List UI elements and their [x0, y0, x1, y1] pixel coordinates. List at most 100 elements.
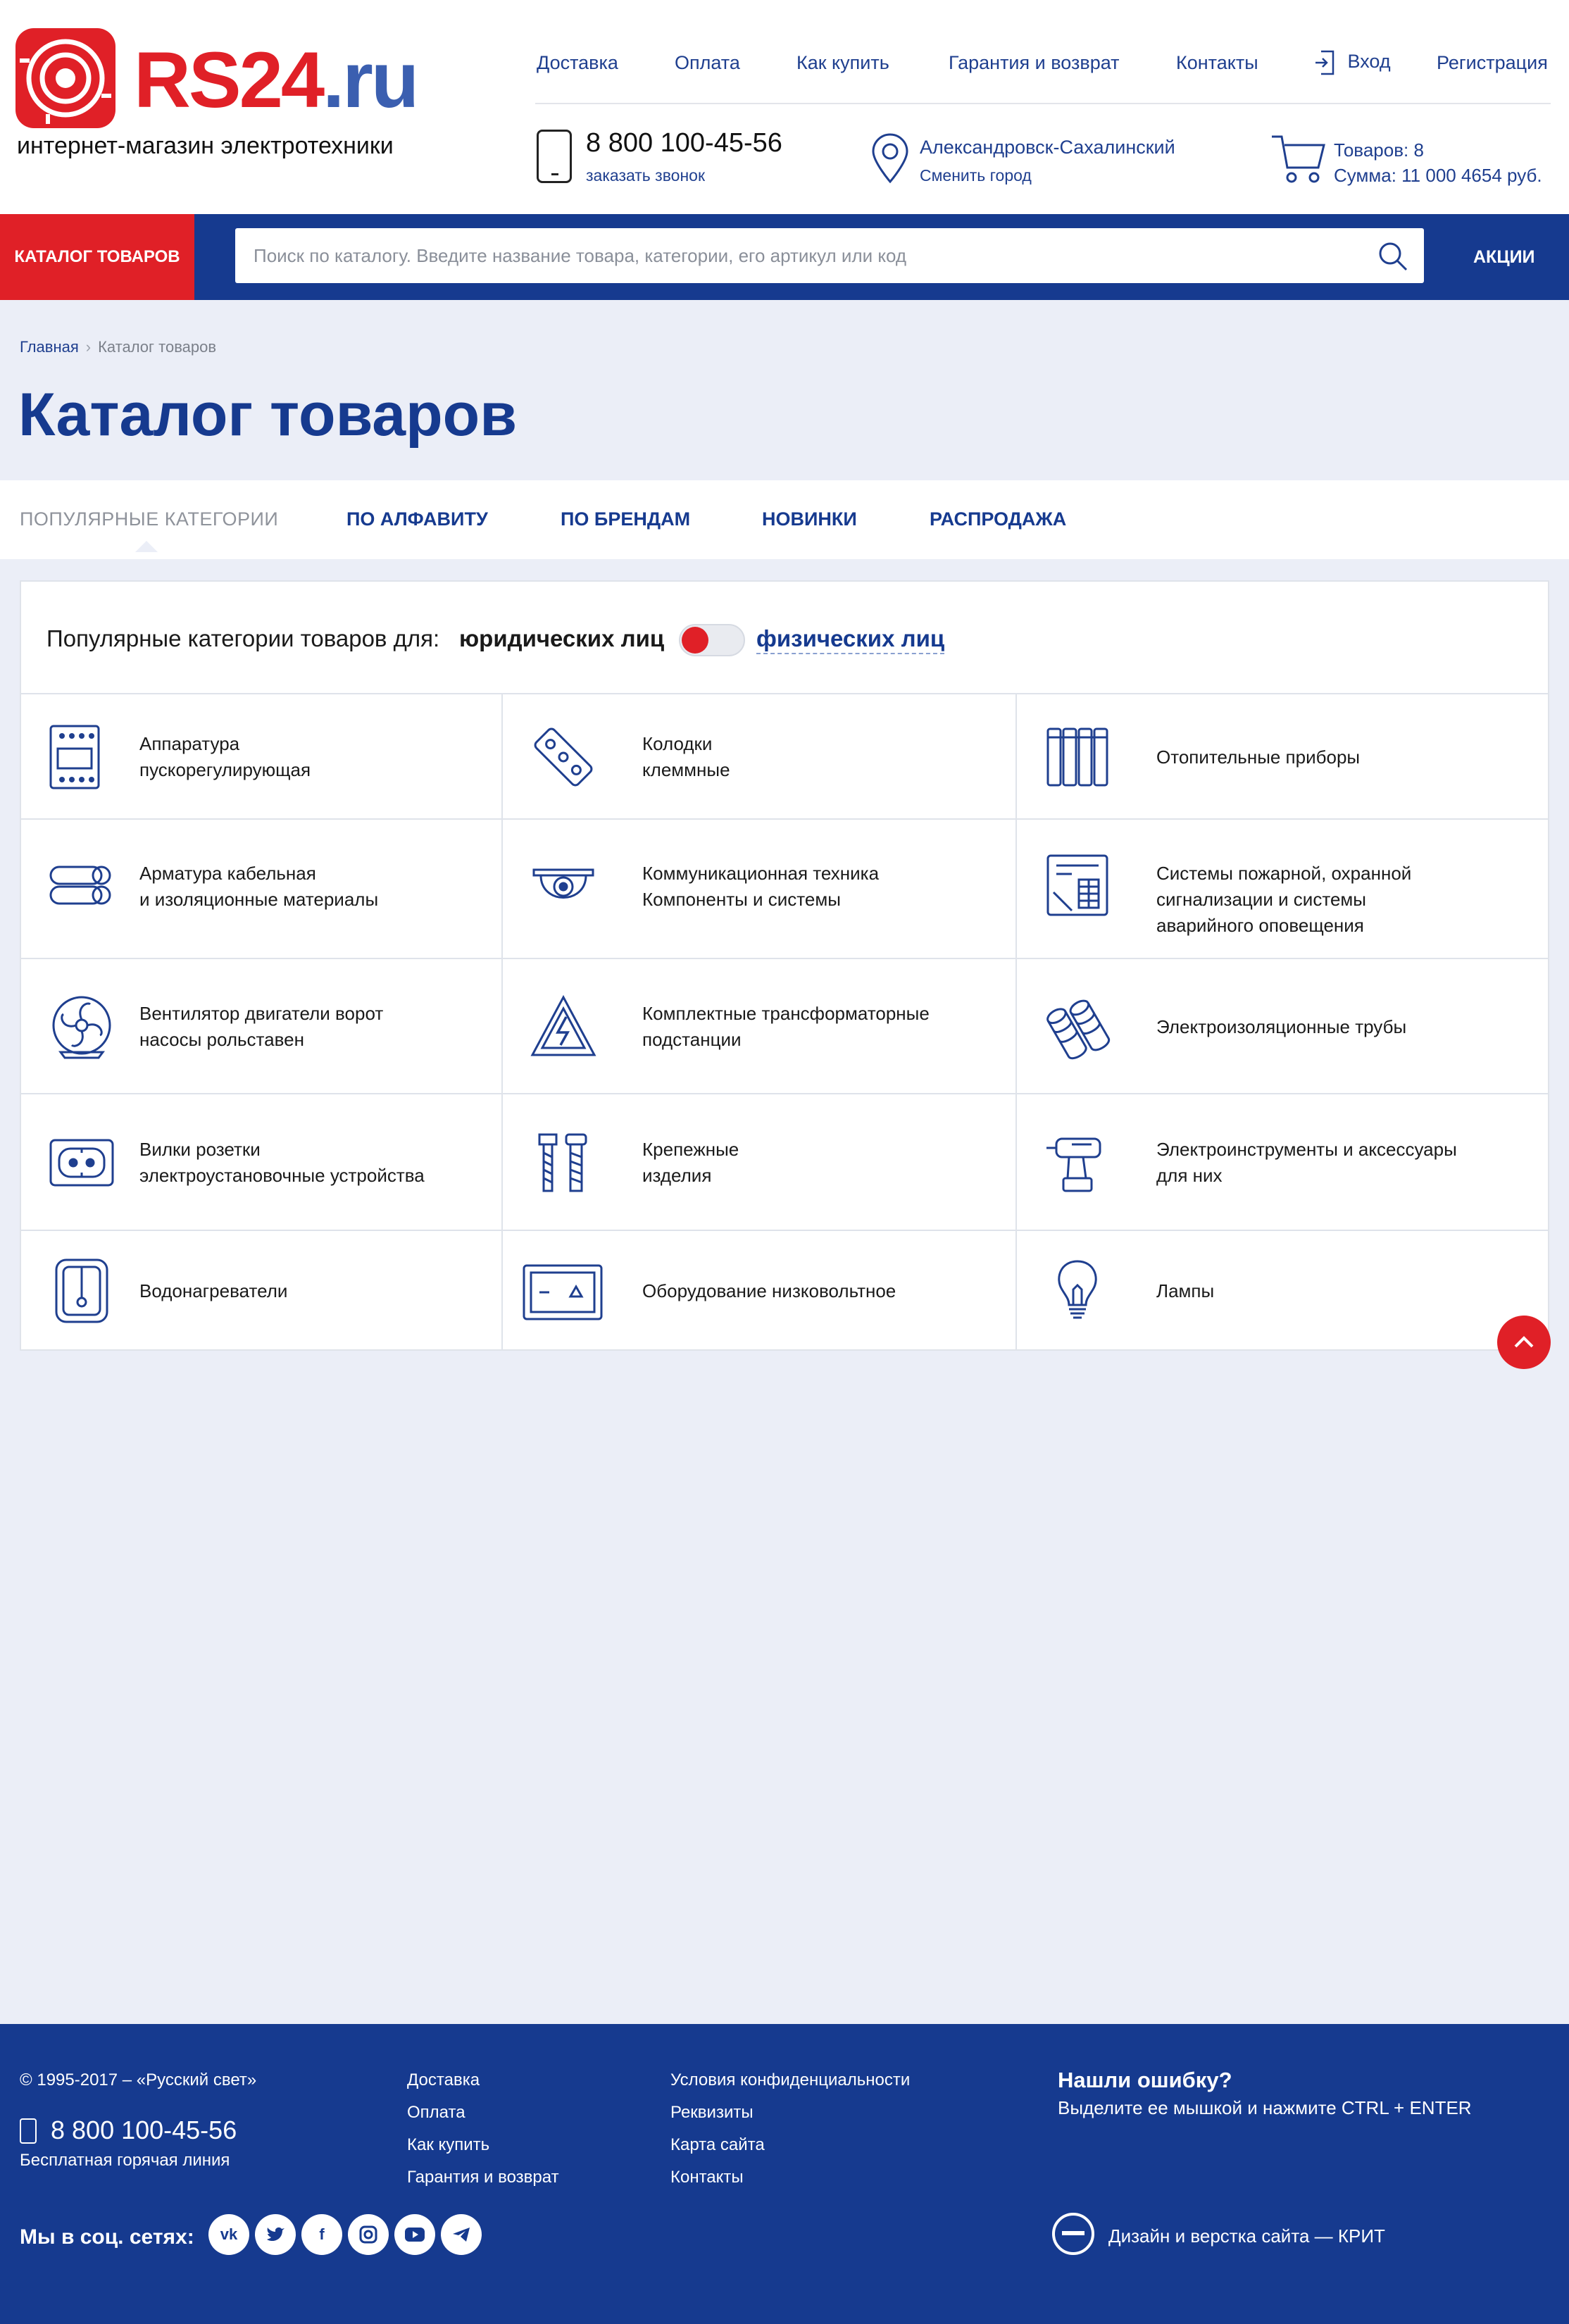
footer-link-contacts[interactable]: Контакты	[670, 2168, 744, 2187]
category-label-line: для них	[1156, 1165, 1223, 1186]
pipes-icon	[1046, 999, 1111, 1060]
category-label: Вилки розетки электроустановочные устройс…	[139, 1137, 425, 1189]
category-label-line: насосы рольставен	[139, 1029, 304, 1050]
category-label-line: изделия	[642, 1165, 712, 1186]
legal-entities-option[interactable]: юридических лиц	[459, 625, 664, 652]
location-pin-icon	[872, 133, 908, 184]
promo-link[interactable]: АКЦИИ	[1473, 214, 1535, 300]
login-link[interactable]: Вход	[1314, 49, 1391, 77]
footer-link-delivery[interactable]: Доставка	[407, 2070, 480, 2090]
vk-icon[interactable]: vk	[208, 2214, 249, 2255]
error-report-title: Нашли ошибку?	[1058, 2068, 1232, 2092]
footer-link-warranty[interactable]: Гарантия и возврат	[407, 2168, 559, 2187]
nav-how-to-buy[interactable]: Как купить	[796, 52, 889, 80]
category-item[interactable]: Крепежные изделия	[503, 1094, 1017, 1231]
fan-icon	[52, 996, 111, 1059]
footer-link-how-to-buy[interactable]: Как купить	[407, 2135, 489, 2155]
control-panel-icon	[49, 725, 100, 789]
category-label: Системы пожарной, охранной сигнализации и…	[1156, 861, 1411, 939]
facebook-icon[interactable]: f	[301, 2214, 342, 2255]
category-label-line: Вилки розетки	[139, 1139, 261, 1160]
main-navbar: КАТАЛОГ ТОВАРОВ АКЦИИ	[0, 214, 1569, 300]
tab-new[interactable]: НОВИНКИ	[762, 508, 857, 530]
category-item[interactable]: Водонагреватели	[21, 1231, 503, 1351]
tab-sale[interactable]: РАСПРОДАЖА	[930, 508, 1066, 530]
nav-payment[interactable]: Оплата	[675, 52, 740, 80]
category-label-line: Комплектные трансформаторные	[642, 1003, 930, 1024]
category-item[interactable]: Системы пожарной, охранной сигнализации и…	[1017, 820, 1548, 959]
footer-link-payment[interactable]: Оплата	[407, 2103, 465, 2123]
youtube-icon[interactable]	[394, 2214, 435, 2255]
category-item[interactable]: Арматура кабельная и изоляционные материа…	[21, 820, 503, 959]
telegram-icon[interactable]	[441, 2214, 482, 2255]
category-item[interactable]: Электроинструменты и аксессуары для них	[1017, 1094, 1548, 1231]
cart-items-count: Товаров: 8	[1334, 139, 1424, 161]
site-header: RS24.ru интернет-магазин электротехники …	[0, 0, 1569, 214]
category-label: Электроинструменты и аксессуары для них	[1156, 1137, 1457, 1189]
category-label-line: Лампы	[1156, 1280, 1215, 1301]
nav-contacts[interactable]: Контакты	[1176, 52, 1258, 80]
category-item[interactable]: Комплектные трансформаторные подстанции	[503, 959, 1017, 1094]
terminal-block-icon	[534, 727, 593, 787]
category-item[interactable]: Электроизоляционные трубы	[1017, 959, 1548, 1094]
category-item[interactable]: Отопительные приборы	[1017, 694, 1548, 820]
catalog-button[interactable]: КАТАЛОГ ТОВАРОВ	[0, 214, 194, 300]
twitter-icon[interactable]	[255, 2214, 296, 2255]
cart-sum: Сумма: 11 000 4654 руб.	[1334, 165, 1542, 186]
breadcrumb-separator-icon: ›	[85, 338, 92, 356]
header-phone[interactable]: 8 800 100-45-56	[586, 128, 782, 158]
category-label: Отопительные приборы	[1156, 744, 1360, 770]
category-item[interactable]: Коммуникационная техника Компоненты и сис…	[503, 820, 1017, 959]
category-item[interactable]: Вентилятор двигатели ворот насосы рольста…	[21, 959, 503, 1094]
design-credit[interactable]: Дизайн и верстка сайта — КРИТ	[1108, 2225, 1385, 2247]
callback-link[interactable]: заказать звонок	[586, 166, 705, 185]
category-label-line: Водонагреватели	[139, 1280, 288, 1301]
category-label-line: сигнализации и системы	[1156, 889, 1366, 910]
category-label: Оборудование низковольтное	[642, 1278, 896, 1304]
logo-wordmark: RS24.ru	[134, 36, 419, 124]
register-link[interactable]: Регистрация	[1437, 52, 1548, 80]
category-label-line: Оборудование низковольтное	[642, 1280, 896, 1301]
chevron-up-icon	[1514, 1336, 1534, 1348]
category-label-line: Отопительные приборы	[1156, 746, 1361, 768]
login-icon	[1315, 50, 1334, 75]
footer-phone-icon	[20, 2118, 37, 2144]
category-label: Комплектные трансформаторные подстанции	[642, 1001, 930, 1053]
hotline-label: Бесплатная горячая линия	[20, 2151, 230, 2170]
low-voltage-box-icon	[523, 1264, 603, 1320]
scroll-to-top-button[interactable]	[1497, 1316, 1551, 1369]
footer-link-privacy[interactable]: Условия конфиденциальности	[670, 2070, 910, 2090]
audience-toggle[interactable]	[679, 624, 745, 656]
individuals-option[interactable]: физических лиц	[756, 625, 945, 654]
copyright: © 1995-2017 – «Русский свет»	[20, 2070, 257, 2089]
tab-brands[interactable]: ПО БРЕНДАМ	[561, 508, 690, 530]
category-item[interactable]: Лампы	[1017, 1231, 1548, 1351]
change-city-link[interactable]: Сменить город	[920, 166, 1032, 185]
city-name[interactable]: Александровск-Сахалинский	[920, 137, 1175, 158]
instagram-icon[interactable]	[348, 2214, 389, 2255]
category-item[interactable]: Вилки розетки электроустановочные устройс…	[21, 1094, 503, 1231]
category-label: Электроизоляционные трубы	[1156, 1014, 1406, 1040]
search-icon[interactable]	[1377, 241, 1408, 272]
drill-icon	[1046, 1137, 1101, 1192]
category-label-line: Крепежные	[642, 1139, 739, 1160]
category-item[interactable]: Колодки клеммные	[503, 694, 1017, 820]
tab-alphabet[interactable]: ПО АЛФАВИТУ	[346, 508, 488, 530]
search-input[interactable]	[254, 228, 1352, 283]
category-item[interactable]: Аппаратура пускорегулирующая	[21, 694, 503, 820]
lamp-icon	[1058, 1260, 1097, 1319]
footer-phone[interactable]: 8 800 100-45-56	[51, 2116, 237, 2145]
breadcrumb-home[interactable]: Главная	[20, 338, 79, 356]
login-label: Вход	[1347, 51, 1391, 73]
category-label-line: подстанции	[642, 1029, 742, 1050]
footer-link-sitemap[interactable]: Карта сайта	[670, 2135, 765, 2155]
camera-icon	[532, 868, 594, 899]
nav-warranty[interactable]: Гарантия и возврат	[949, 52, 1120, 80]
tab-popular[interactable]: ПОПУЛЯРНЫЕ КАТЕГОРИИ	[20, 508, 278, 530]
error-report-text: Выделите ее мышкой и нажмите CTRL + ENTE…	[1058, 2097, 1472, 2118]
nav-delivery[interactable]: Доставка	[537, 52, 618, 80]
footer-link-requisites[interactable]: Реквизиты	[670, 2103, 754, 2123]
water-heater-icon	[55, 1258, 108, 1323]
category-label-line: и изоляционные материалы	[139, 889, 379, 910]
category-item[interactable]: Оборудование низковольтное	[503, 1231, 1017, 1351]
